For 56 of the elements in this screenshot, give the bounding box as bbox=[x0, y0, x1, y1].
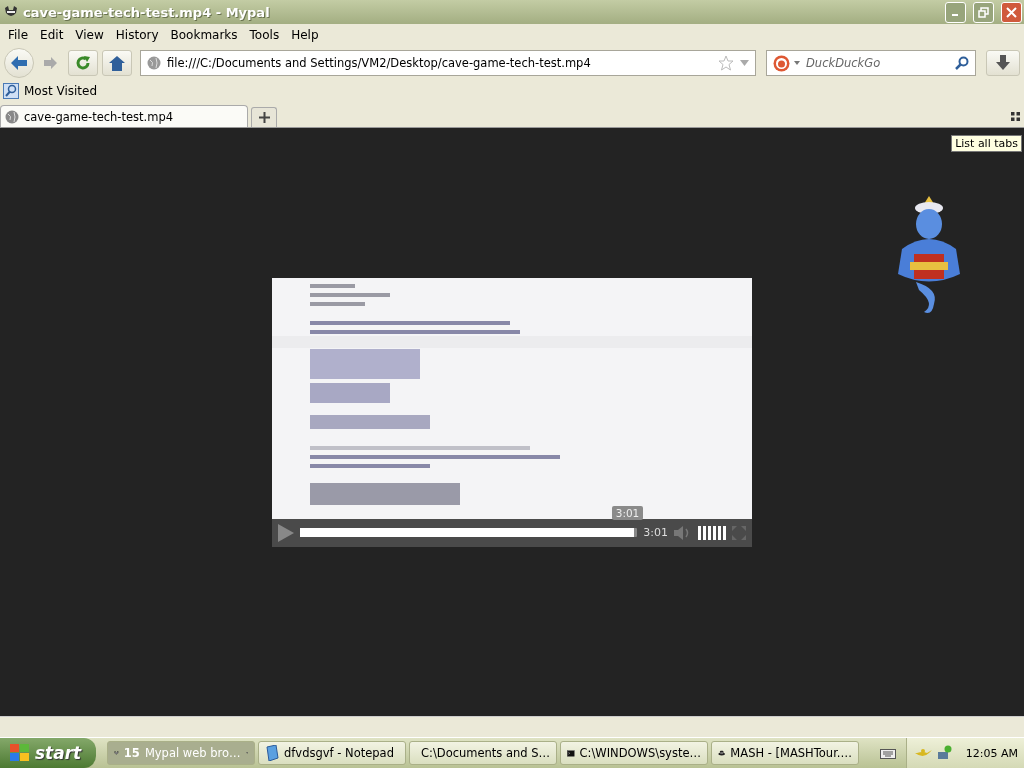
play-icon bbox=[278, 523, 294, 542]
keyboard-icon bbox=[880, 747, 896, 759]
search-box[interactable]: DuckDuckGo bbox=[766, 50, 976, 76]
home-button[interactable] bbox=[102, 50, 132, 76]
volume-slider[interactable] bbox=[698, 525, 726, 540]
network-icon[interactable] bbox=[937, 745, 953, 761]
menu-item[interactable]: History bbox=[109, 28, 165, 42]
taskbar-button[interactable]: MASH - [MASHTour.… bbox=[711, 741, 859, 765]
time-tooltip: 3:01 bbox=[611, 506, 644, 520]
play-button[interactable] bbox=[278, 523, 294, 542]
plus-icon bbox=[258, 112, 270, 123]
clock: 12:05 AM bbox=[965, 746, 1018, 760]
menu-item[interactable]: File bbox=[2, 28, 35, 42]
notepad-icon bbox=[265, 745, 279, 761]
taskbar-button[interactable]: dfvdsgvf - Notepad bbox=[258, 741, 406, 765]
menu-item[interactable]: Edit bbox=[34, 28, 70, 42]
browser-tab[interactable]: cave-game-tech-test.mp4 bbox=[0, 105, 248, 127]
new-tab-button[interactable] bbox=[251, 107, 277, 127]
bookmark-search-icon bbox=[3, 83, 19, 99]
restore-button[interactable] bbox=[973, 1, 994, 23]
menu-item[interactable]: Bookmarks bbox=[164, 28, 244, 42]
address-bar[interactable]: file:///C:/Documents and Settings/VM2/Desktop/cave-game-tech-test.mp4 bbox=[140, 50, 756, 76]
start-button[interactable]: start bbox=[0, 738, 96, 768]
restore-icon bbox=[978, 6, 989, 18]
back-arrow-icon bbox=[10, 55, 28, 71]
menu-item[interactable]: Tools bbox=[243, 28, 286, 42]
star-icon[interactable] bbox=[718, 55, 734, 71]
caret-icon[interactable] bbox=[794, 61, 800, 65]
reload-button[interactable] bbox=[68, 50, 98, 76]
duck-icon bbox=[773, 54, 790, 72]
reload-icon bbox=[75, 55, 91, 71]
dropdown-icon[interactable] bbox=[740, 60, 749, 66]
url-text: file:///C:/Documents and Settings/VM2/Desktop/cave-game-tech-test.mp4 bbox=[167, 56, 592, 70]
minimize-button[interactable] bbox=[945, 1, 966, 23]
close-icon bbox=[1006, 6, 1017, 18]
caret-icon bbox=[245, 751, 248, 755]
current-time: 3:01 bbox=[643, 526, 668, 539]
bookmark-folder[interactable]: Most Visited bbox=[3, 83, 98, 99]
taskbar-button[interactable]: C:\Documents and S… bbox=[409, 741, 557, 765]
close-button[interactable] bbox=[1001, 1, 1022, 23]
search-icon[interactable] bbox=[955, 56, 969, 70]
menu-item[interactable]: Help bbox=[285, 28, 325, 42]
globe-icon bbox=[147, 56, 161, 70]
grid-icon bbox=[1010, 111, 1020, 121]
forward-arrow-icon bbox=[44, 57, 58, 69]
window-title: cave-game-tech-test.mp4 - Mypal bbox=[23, 4, 271, 20]
windows-logo bbox=[10, 744, 30, 762]
search-field[interactable]: DuckDuckGo bbox=[804, 55, 951, 71]
tooltip: List all tabs bbox=[951, 135, 1022, 152]
download-button[interactable] bbox=[986, 50, 1020, 76]
download-icon bbox=[995, 55, 1011, 71]
back-button[interactable] bbox=[4, 48, 34, 78]
globe-icon bbox=[5, 109, 19, 124]
menu-item[interactable]: View bbox=[69, 28, 110, 42]
home-icon bbox=[109, 55, 125, 71]
taskbar-button[interactable]: C:\WINDOWS\syste… bbox=[560, 741, 708, 765]
